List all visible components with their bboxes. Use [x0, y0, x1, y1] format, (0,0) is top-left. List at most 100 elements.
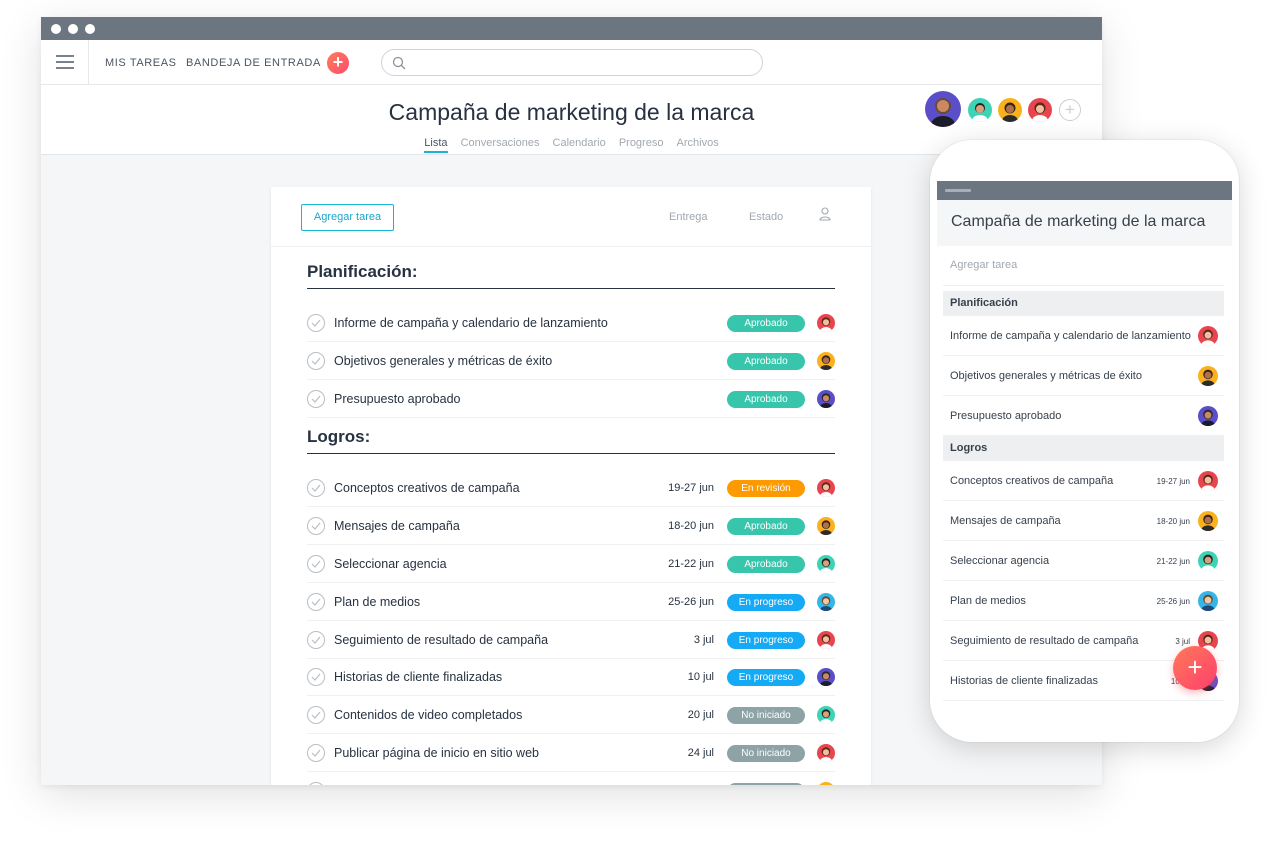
mobile-assignee-avatar[interactable] [1198, 326, 1218, 346]
window-dot-icon[interactable] [68, 24, 78, 34]
column-due-date[interactable]: Entrega [669, 211, 708, 223]
assignee-avatar[interactable] [817, 630, 835, 649]
tab-conversations[interactable]: Conversaciones [461, 137, 540, 151]
assignee-avatar[interactable] [817, 744, 835, 762]
mobile-task-row[interactable]: Objetivos generales y métricas de éxito [943, 356, 1224, 396]
task-due-date[interactable]: 3 jul [694, 634, 714, 646]
task-due-date[interactable]: 20 jul [688, 709, 714, 721]
hamburger-menu-icon[interactable] [41, 40, 89, 85]
tab-calendar[interactable]: Calendario [553, 137, 606, 151]
task-name[interactable]: Conceptos creativos de campaña [334, 481, 520, 495]
assignee-avatar[interactable] [817, 555, 835, 573]
assignee-avatar[interactable] [817, 351, 835, 370]
status-badge[interactable]: En progreso [727, 593, 805, 611]
mobile-task-name[interactable]: Conceptos creativos de campaña [950, 475, 1113, 487]
mobile-task-row[interactable]: Plan de medios 25-26 jun [943, 581, 1224, 621]
avatar[interactable] [998, 98, 1022, 122]
status-badge[interactable]: Aprobado [727, 352, 805, 370]
nav-my-tasks[interactable]: MIS TAREAS [105, 57, 177, 69]
complete-checkbox-icon[interactable] [307, 592, 325, 611]
tab-list[interactable]: Lista [424, 137, 448, 153]
assignee-avatar[interactable] [817, 781, 835, 785]
window-dot-icon[interactable] [51, 24, 61, 34]
task-name[interactable]: Seguimiento de resultado de campaña [334, 633, 548, 647]
status-badge[interactable]: En revisión [727, 480, 805, 498]
status-badge[interactable]: En progreso [727, 631, 805, 649]
mobile-assignee-avatar[interactable] [1198, 366, 1218, 386]
mobile-task-row[interactable]: Seleccionar agencia 21-22 jun [943, 541, 1224, 581]
task-row[interactable]: Seleccionar agencia 21-22 jun Aprobado [307, 545, 835, 583]
task-due-date[interactable]: 25-26 jun [668, 596, 714, 608]
task-due-date[interactable]: 24 jul [688, 747, 714, 759]
task-name[interactable]: Presupuesto aprobado [334, 392, 460, 406]
task-due-date[interactable]: 10 jul [688, 671, 714, 683]
task-row[interactable]: Lanzamiento de la campaña1 agoNo iniciad… [307, 772, 835, 785]
task-name[interactable]: Seleccionar agencia [334, 557, 447, 571]
mobile-task-name[interactable]: Plan de medios [950, 595, 1026, 607]
task-name[interactable]: Informe de campaña y calendario de lanza… [334, 316, 608, 330]
status-badge[interactable]: No iniciado [727, 707, 805, 725]
complete-checkbox-icon[interactable] [307, 517, 325, 536]
assignee-avatar[interactable] [817, 668, 835, 687]
task-name[interactable]: Publicar página de inicio en sitio web [334, 746, 539, 760]
assignee-avatar[interactable] [817, 479, 835, 498]
task-due-date[interactable]: 21-22 jun [668, 558, 714, 570]
tab-progress[interactable]: Progreso [619, 137, 664, 151]
task-row[interactable]: Conceptos creativos de campaña 19-27 jun E… [307, 469, 835, 508]
task-name[interactable]: Mensajes de campaña [334, 519, 460, 533]
mobile-task-name[interactable]: Objetivos generales y métricas de éxito [950, 370, 1142, 382]
mobile-assignee-avatar[interactable] [1198, 551, 1218, 571]
task-name[interactable]: Contenidos de video completados [334, 708, 522, 722]
task-row[interactable]: Historias de cliente finalizadas 10 jul En… [307, 658, 835, 697]
mobile-task-name[interactable]: Informe de campaña y calendario de lanza… [950, 330, 1191, 342]
status-badge[interactable]: Aprobado [727, 390, 805, 408]
assignee-avatar[interactable] [817, 592, 835, 611]
task-row[interactable]: Publicar página de inicio en sitio web 24… [307, 734, 835, 772]
task-row[interactable]: Contenidos de video completados 20 jul No … [307, 696, 835, 735]
avatar[interactable] [1028, 98, 1052, 122]
status-badge[interactable]: Aprobado [727, 315, 805, 332]
complete-checkbox-icon[interactable] [307, 744, 325, 762]
complete-checkbox-icon[interactable] [307, 781, 325, 785]
complete-checkbox-icon[interactable] [307, 389, 325, 408]
task-row[interactable]: Seguimiento de resultado de campaña 3 jul… [307, 621, 835, 659]
task-row[interactable]: Objetivos generales y métricas de éxito A… [307, 342, 835, 380]
mobile-task-name[interactable]: Historias de cliente finalizadas [950, 675, 1098, 687]
mobile-task-name[interactable]: Seguimiento de resultado de campaña [950, 635, 1138, 647]
task-name[interactable]: Objetivos generales y métricas de éxito [334, 354, 552, 368]
column-status[interactable]: Estado [749, 211, 783, 223]
mobile-task-row[interactable]: Informe de campaña y calendario de lanza… [943, 316, 1224, 356]
mobile-assignee-avatar[interactable] [1198, 511, 1218, 531]
complete-checkbox-icon[interactable] [307, 668, 325, 687]
status-badge[interactable]: No iniciado [727, 782, 805, 785]
status-badge[interactable]: Aprobado [727, 556, 805, 573]
complete-checkbox-icon[interactable] [307, 479, 325, 498]
person-icon[interactable] [819, 207, 831, 221]
assignee-avatar[interactable] [817, 706, 835, 725]
nav-inbox[interactable]: BANDEJA DE ENTRADA [186, 57, 321, 69]
add-member-button[interactable]: + [1059, 99, 1081, 121]
task-name[interactable]: Plan de medios [334, 595, 420, 609]
mobile-task-name[interactable]: Seleccionar agencia [950, 555, 1049, 567]
complete-checkbox-icon[interactable] [307, 314, 325, 332]
task-name[interactable]: Historias de cliente finalizadas [334, 670, 502, 684]
task-name[interactable]: Lanzamiento de la campaña [334, 784, 491, 785]
assignee-avatar[interactable] [817, 314, 835, 332]
avatar[interactable] [968, 98, 992, 122]
mobile-assignee-avatar[interactable] [1198, 406, 1218, 426]
task-row[interactable]: Plan de medios 25-26 jun En progreso [307, 583, 835, 621]
complete-checkbox-icon[interactable] [307, 351, 325, 370]
search-input[interactable] [381, 49, 763, 76]
mobile-add-task[interactable]: Agregar tarea [950, 259, 1017, 271]
mobile-task-row[interactable]: Presupuesto aprobado [943, 396, 1224, 436]
complete-checkbox-icon[interactable] [307, 630, 325, 649]
mobile-task-name[interactable]: Mensajes de campaña [950, 515, 1061, 527]
task-row[interactable]: Mensajes de campaña 18-20 jun Aprobado [307, 507, 835, 546]
mobile-assignee-avatar[interactable] [1198, 591, 1218, 611]
status-badge[interactable]: No iniciado [727, 745, 805, 762]
task-due-date[interactable]: 18-20 jun [668, 520, 714, 532]
quick-add-button[interactable]: + [327, 52, 349, 74]
status-badge[interactable]: En progreso [727, 669, 805, 687]
mobile-task-row[interactable]: Conceptos creativos de campaña 19-27 jun [943, 461, 1224, 501]
task-due-date[interactable]: 19-27 jun [668, 482, 714, 494]
